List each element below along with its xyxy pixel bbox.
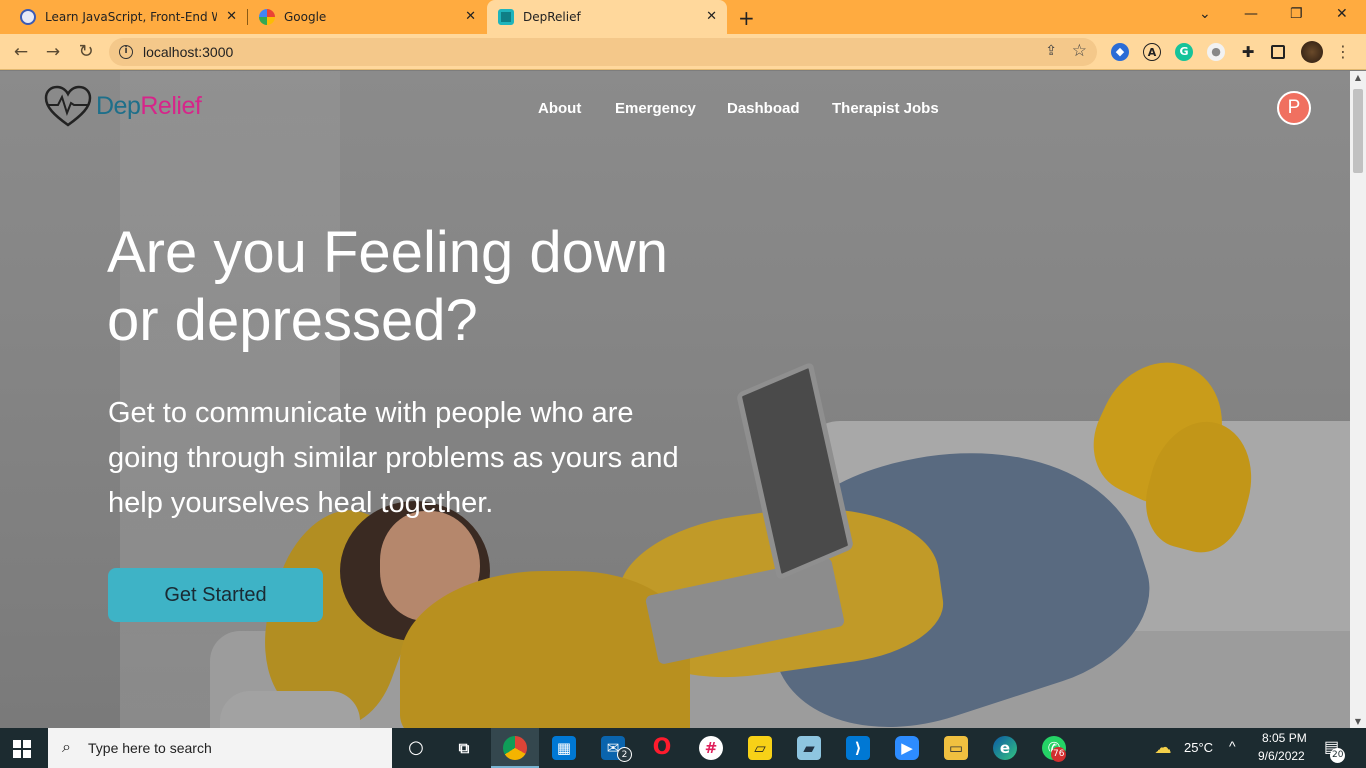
whatsapp-badge: 76	[1051, 747, 1067, 762]
taskbar-search-box[interactable]: ⌕ Type here to search	[48, 728, 392, 768]
profile-avatar[interactable]	[1301, 41, 1323, 63]
clock-date[interactable]: 9/6/2022	[1258, 749, 1305, 763]
file-explorer-icon[interactable]: ▭	[944, 736, 968, 760]
close-window-button[interactable]: ✕	[1336, 6, 1348, 22]
user-avatar[interactable]: P	[1277, 91, 1311, 125]
shield-extension-icon[interactable]: ◆	[1111, 43, 1129, 61]
page-scrollbar[interactable]: ▲ ▼	[1350, 71, 1366, 728]
heart-pulse-icon	[44, 85, 92, 127]
more-menu-icon[interactable]: ⋮	[1331, 40, 1355, 64]
scroll-up-arrow-icon[interactable]: ▲	[1350, 73, 1366, 82]
bookmark-star-icon[interactable]: ☆	[1072, 41, 1087, 61]
tab-title: DepRelief	[523, 10, 581, 24]
slack-icon[interactable]: #	[699, 736, 723, 760]
cortana-icon[interactable]: ○	[404, 736, 428, 760]
fcc-icon	[20, 9, 36, 25]
vscode-icon[interactable]: ⟩	[846, 736, 870, 760]
nav-dashboard[interactable]: Dashboad	[727, 100, 800, 117]
zoom-icon[interactable]: ▶	[895, 736, 919, 760]
hero-subtext-line: help yourselves heal together.	[108, 487, 494, 519]
new-tab-button[interactable]: +	[738, 6, 755, 30]
hero-subtext-line: Get to communicate with people who are	[108, 397, 634, 429]
logo-text: DepRelief	[96, 91, 202, 121]
search-placeholder: Type here to search	[88, 740, 212, 756]
share-icon[interactable]: ⇪	[1045, 43, 1057, 59]
clock-time[interactable]: 8:05 PM	[1262, 731, 1307, 745]
tab-title: Learn JavaScript, Front-End Web	[45, 10, 217, 24]
hero-subtext: Get to communicate with people who are g…	[108, 391, 808, 526]
close-tab-icon[interactable]: ✕	[226, 9, 237, 25]
minimize-button[interactable]: —	[1244, 6, 1258, 22]
url-text: localhost:3000	[143, 44, 234, 60]
site-info-icon[interactable]: i	[119, 45, 133, 59]
tab-freecodecamp[interactable]: Learn JavaScript, Front-End Web ✕	[0, 0, 247, 34]
nav-emergency[interactable]: Emergency	[615, 100, 696, 117]
task-view-icon[interactable]: ⧉	[452, 736, 476, 760]
side-panel-icon[interactable]	[1271, 45, 1285, 59]
site-logo[interactable]: DepRelief	[44, 85, 202, 127]
tab-deprelief[interactable]: DepRelief ✕	[487, 0, 727, 34]
search-icon: ⌕	[62, 737, 71, 756]
get-started-button[interactable]: Get Started	[108, 568, 323, 622]
store-icon[interactable]: ▦	[552, 736, 576, 760]
windows-start-icon[interactable]	[13, 740, 31, 758]
address-bar[interactable]: i localhost:3000 ⇪ ☆	[109, 38, 1097, 66]
deprelief-icon	[498, 9, 514, 25]
translate-extension-icon[interactable]: A	[1143, 43, 1161, 61]
close-tab-icon[interactable]: ✕	[706, 9, 717, 25]
restore-button[interactable]: ❐	[1290, 6, 1303, 22]
logo-dep: Dep	[96, 91, 141, 120]
notes-icon[interactable]: ▰	[797, 736, 821, 760]
google-icon	[259, 9, 275, 25]
nav-therapist-jobs[interactable]: Therapist Jobs	[832, 100, 939, 117]
browser-toolbar: ← → ↻ i localhost:3000 ⇪ ☆ ◆ A G ● ✚ ⋮	[0, 34, 1366, 70]
tab-title: Google	[284, 10, 327, 24]
hero-headline: Are you Feeling down or depressed?	[107, 219, 807, 355]
close-tab-icon[interactable]: ✕	[465, 9, 476, 25]
browser-tab-bar: Learn JavaScript, Front-End Web ✕ Google…	[0, 0, 1366, 34]
page-viewport: DepRelief About Emergency Dashboad Thera…	[0, 71, 1350, 728]
tab-google[interactable]: Google ✕	[248, 0, 486, 34]
hero-headline-line: Are you Feeling down	[107, 220, 668, 285]
forward-icon[interactable]: →	[41, 40, 65, 64]
grammarly-icon[interactable]: G	[1175, 43, 1193, 61]
weather-temperature[interactable]: 25°C	[1184, 740, 1213, 755]
mail-badge: 2	[617, 747, 632, 762]
hero-subtext-line: going through similar problems as yours …	[108, 442, 679, 474]
reload-icon[interactable]: ↻	[74, 40, 98, 64]
sticky-notes-icon[interactable]: ▱	[748, 736, 772, 760]
background-sofa-arm	[220, 691, 360, 728]
tray-chevron-up-icon[interactable]: ^	[1229, 738, 1236, 754]
hero-headline-line: or depressed?	[107, 288, 478, 353]
edge-icon[interactable]: e	[993, 736, 1017, 760]
chrome-icon[interactable]	[503, 736, 527, 760]
nav-about[interactable]: About	[538, 100, 581, 117]
logo-relief: Relief	[140, 91, 202, 120]
back-icon[interactable]: ←	[9, 40, 33, 64]
scroll-thumb[interactable]	[1353, 89, 1363, 173]
tab-search-icon[interactable]: ⌄	[1199, 6, 1211, 22]
scroll-down-arrow-icon[interactable]: ▼	[1350, 717, 1366, 726]
weather-icon[interactable]: ☁	[1151, 736, 1175, 760]
notification-count: 20	[1330, 748, 1346, 763]
opera-icon[interactable]: O	[650, 736, 674, 760]
extension-icon[interactable]: ●	[1207, 43, 1225, 61]
extensions-puzzle-icon[interactable]: ✚	[1239, 43, 1257, 61]
windows-taskbar: ⌕ Type here to search ○ ⧉ ▦ ✉ 2 O # ▱ ▰ …	[0, 728, 1366, 768]
